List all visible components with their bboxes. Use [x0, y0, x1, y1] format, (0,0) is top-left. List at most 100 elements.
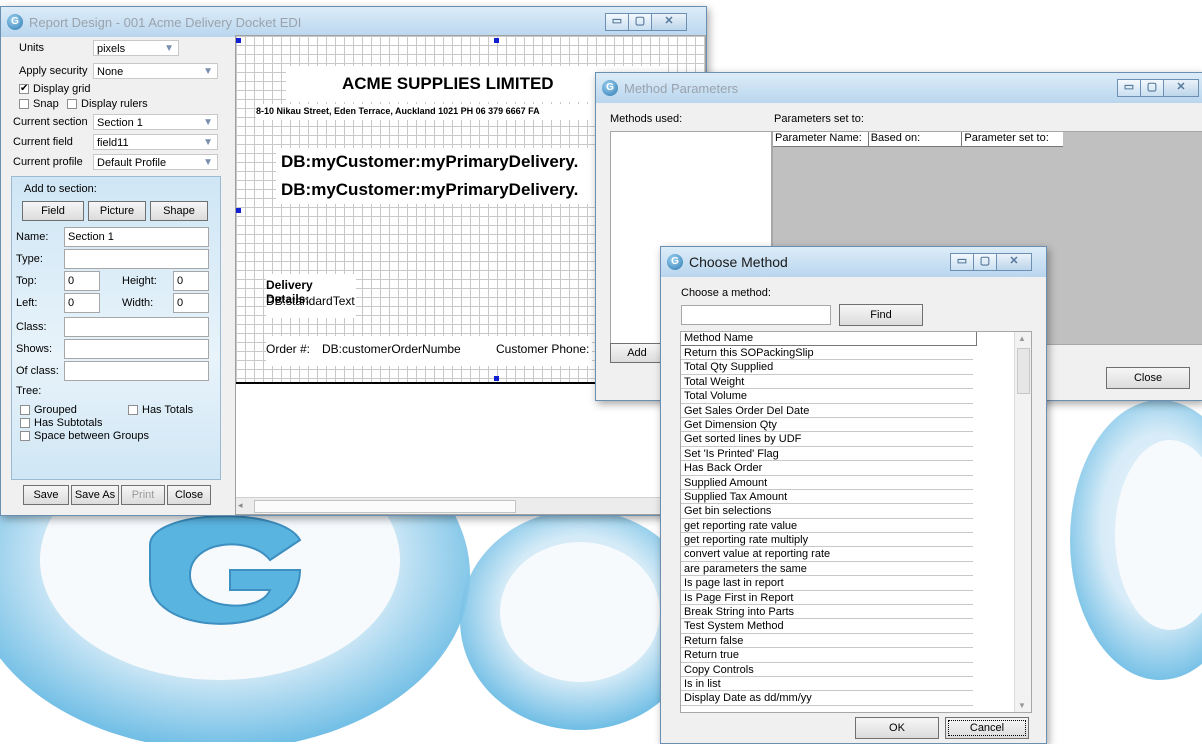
- method-list-item[interactable]: Get Sales Order Del Date: [681, 404, 973, 418]
- choose-method-titlebar[interactable]: G Choose Method ▭ ▢ ✕: [661, 247, 1046, 277]
- parameter-set-to-column[interactable]: Parameter set to:: [962, 132, 1063, 146]
- horizontal-scrollbar[interactable]: ◂: [236, 497, 705, 514]
- type-input[interactable]: [64, 249, 209, 269]
- of-class-input[interactable]: [64, 361, 209, 381]
- top-input[interactable]: 0: [64, 271, 100, 291]
- chevron-down-icon: ▼: [203, 157, 213, 168]
- minimize-icon[interactable]: ▭: [950, 253, 974, 271]
- customer-phone-field[interactable]: Customer Phone:: [492, 336, 592, 366]
- add-picture-button[interactable]: Picture: [88, 201, 146, 221]
- resize-handle[interactable]: [494, 38, 499, 43]
- maximize-icon[interactable]: ▢: [628, 13, 652, 31]
- grouped-checkbox[interactable]: [20, 405, 30, 415]
- apply-security-label: Apply security: [19, 65, 88, 77]
- method-list-item[interactable]: Return true: [681, 648, 973, 663]
- method-list-item[interactable]: Supplied Amount: [681, 476, 973, 490]
- method-list-item[interactable]: Break String into Parts: [681, 605, 973, 620]
- cancel-button[interactable]: Cancel: [945, 717, 1029, 739]
- method-list-item[interactable]: Total Volume: [681, 389, 973, 404]
- method-list-item[interactable]: Get Dimension Qty: [681, 418, 973, 433]
- space-between-groups-label: Space between Groups: [34, 430, 149, 442]
- height-input[interactable]: 0: [173, 271, 209, 291]
- ok-button[interactable]: OK: [855, 717, 939, 739]
- method-list-item[interactable]: get reporting rate multiply: [681, 533, 973, 548]
- method-list-item[interactable]: are parameters the same: [681, 562, 973, 577]
- address-text: 8-10 Nikau Street, Eden Terrace, Aucklan…: [256, 106, 540, 116]
- based-on-column[interactable]: Based on:: [869, 132, 963, 146]
- resize-handle[interactable]: [236, 208, 241, 213]
- method-name-column-header[interactable]: Method Name: [681, 332, 977, 346]
- current-section-select[interactable]: Section 1 ▼: [93, 114, 218, 130]
- method-list-item[interactable]: Total Qty Supplied: [681, 360, 973, 375]
- vertical-scrollbar[interactable]: ▲ ▼: [1014, 332, 1031, 712]
- scrollbar-thumb[interactable]: [254, 500, 516, 513]
- add-button[interactable]: Add: [610, 343, 664, 363]
- method-list-item[interactable]: Has Back Order: [681, 461, 973, 476]
- minimize-icon[interactable]: ▭: [605, 13, 629, 31]
- current-field-select[interactable]: field11 ▼: [93, 134, 218, 150]
- has-totals-checkbox[interactable]: [128, 405, 138, 415]
- method-list-item[interactable]: Return this SOPackingSlip: [681, 346, 973, 361]
- width-input[interactable]: 0: [173, 293, 209, 313]
- display-rulers-checkbox[interactable]: [67, 99, 77, 109]
- find-button[interactable]: Find: [839, 304, 923, 326]
- units-select[interactable]: pixels ▼: [93, 40, 179, 56]
- method-list-item[interactable]: Test System Method: [681, 619, 973, 634]
- close-button[interactable]: Close: [1106, 367, 1190, 389]
- space-between-groups-checkbox[interactable]: [20, 431, 30, 441]
- methods-used-label: Methods used:: [610, 113, 683, 125]
- parameter-name-column[interactable]: Parameter Name:: [773, 132, 869, 146]
- display-grid-checkbox[interactable]: ✔: [19, 84, 29, 94]
- method-search-input[interactable]: [681, 305, 831, 325]
- report-design-titlebar[interactable]: G Report Design - 001 Acme Delivery Dock…: [1, 7, 706, 37]
- minimize-icon[interactable]: ▭: [1117, 79, 1141, 97]
- method-list-item[interactable]: Return false: [681, 634, 973, 649]
- save-as-button[interactable]: Save As: [71, 485, 119, 505]
- close-icon[interactable]: ✕: [996, 253, 1032, 271]
- class-input[interactable]: [64, 317, 209, 337]
- current-profile-select[interactable]: Default Profile ▼: [93, 154, 218, 170]
- add-field-button[interactable]: Field: [22, 201, 84, 221]
- grouped-label: Grouped: [34, 404, 77, 416]
- shows-input[interactable]: [64, 339, 209, 359]
- method-list-item[interactable]: Copy Controls: [681, 663, 973, 677]
- method-list-item[interactable]: Total Weight: [681, 375, 973, 390]
- method-parameters-titlebar[interactable]: G Method Parameters ▭ ▢ ✕: [596, 73, 1202, 103]
- method-list-item[interactable]: Get bin selections: [681, 504, 973, 519]
- resize-handle[interactable]: [236, 38, 241, 43]
- method-list-item[interactable]: Display Date as dd/mm/yy: [681, 691, 973, 706]
- method-list-item[interactable]: Supplied Tax Amount: [681, 490, 973, 505]
- method-list-item[interactable]: Is in list: [681, 677, 973, 692]
- apply-security-select[interactable]: None ▼: [93, 63, 218, 79]
- method-list[interactable]: Method Name Return this SOPackingSlip Tot…: [680, 331, 1032, 713]
- delivery-details-field[interactable]: Delivery Details: DB:standardText: [266, 274, 356, 318]
- maximize-icon[interactable]: ▢: [1140, 79, 1164, 97]
- snap-checkbox[interactable]: [19, 99, 29, 109]
- name-input[interactable]: Section 1: [64, 227, 209, 247]
- method-list-item[interactable]: Set 'Is Printed' Flag: [681, 447, 973, 462]
- close-icon[interactable]: ✕: [1163, 79, 1199, 97]
- print-button[interactable]: Print: [121, 485, 165, 505]
- left-label: Left:: [16, 297, 38, 309]
- scroll-up-icon[interactable]: ▲: [1018, 334, 1026, 343]
- close-button[interactable]: Close: [167, 485, 211, 505]
- resize-handle[interactable]: [494, 376, 499, 381]
- left-input[interactable]: 0: [64, 293, 100, 313]
- method-list-item[interactable]: Is Page First in Report: [681, 591, 973, 606]
- method-list-item[interactable]: convert value at reporting rate: [681, 547, 973, 562]
- method-list-item[interactable]: Is page last in report: [681, 576, 973, 591]
- save-button[interactable]: Save: [23, 485, 69, 505]
- add-shape-button[interactable]: Shape: [150, 201, 208, 221]
- scrollbar-thumb[interactable]: [1017, 348, 1030, 394]
- scroll-left-icon[interactable]: ◂: [238, 500, 243, 511]
- scroll-down-icon[interactable]: ▼: [1018, 701, 1026, 710]
- has-subtotals-checkbox[interactable]: [20, 418, 30, 428]
- order-number-field[interactable]: Order #: DB:customerOrderNumbe: [266, 336, 496, 366]
- method-list-item[interactable]: get reporting rate value: [681, 519, 973, 534]
- choose-method-label: Choose a method:: [681, 287, 771, 299]
- app-logo-icon: G: [667, 254, 683, 270]
- close-icon[interactable]: ✕: [651, 13, 687, 31]
- current-profile-label: Current profile: [13, 156, 83, 168]
- method-list-item[interactable]: Get sorted lines by UDF: [681, 432, 973, 447]
- maximize-icon[interactable]: ▢: [973, 253, 997, 271]
